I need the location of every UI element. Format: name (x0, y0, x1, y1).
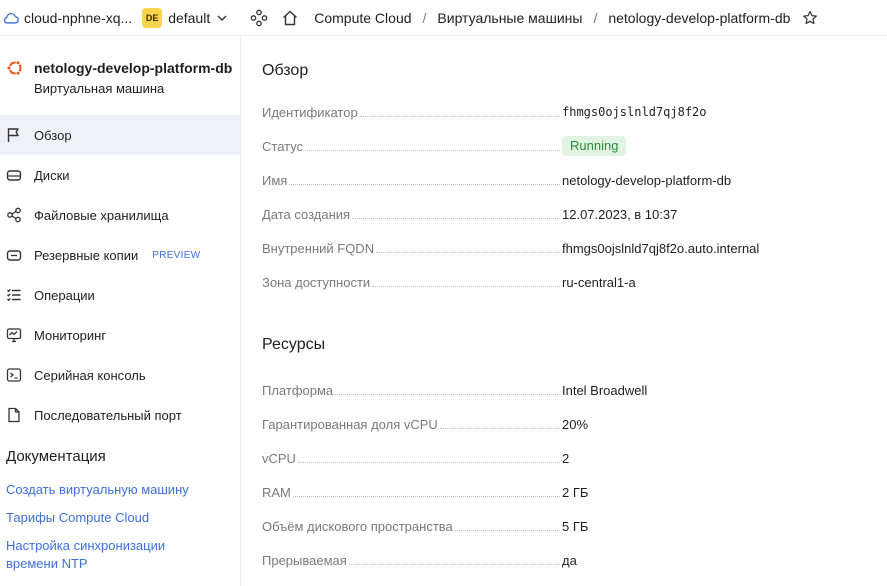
prop-key: Внутренний FQDN (262, 240, 375, 256)
prop-key: Статус (262, 138, 304, 154)
prop-row-zone: Зона доступности ru-central1-a (262, 265, 887, 299)
sidebar-item-file-storage[interactable]: Файловые хранилища (0, 195, 240, 235)
prop-row-id: Идентификатор fhmgs0ojslnld7qj8f2o (262, 95, 887, 129)
doc-link-ntp[interactable]: Настройка синхронизации времени NTP (0, 537, 180, 573)
prop-value-vcpu: 2 (562, 450, 570, 466)
prop-value-core-fraction: 20% (562, 416, 589, 432)
sidebar-item-serial-console[interactable]: Серийная консоль (0, 355, 240, 395)
sidebar-item-label: Резервные копии (34, 247, 139, 263)
preview-badge: PREVIEW (152, 249, 201, 261)
star-icon[interactable] (802, 10, 818, 26)
prop-key: Объём дискового пространства (262, 518, 453, 534)
prop-key: Зона доступности (262, 274, 371, 290)
vm-header: netology-develop-platform-db Виртуальная… (0, 37, 240, 115)
sidebar-item-label: Файловые хранилища (34, 207, 169, 223)
monitor-icon (6, 328, 22, 343)
home-icon[interactable] (281, 9, 299, 27)
disk-icon (6, 170, 22, 181)
cloud-selector[interactable]: cloud-nphne-xq... (0, 0, 140, 36)
sidebar-item-backups[interactable]: Резервные копии PREVIEW (0, 235, 240, 275)
prop-row-fqdn: Внутренний FQDN fhmgs0ojslnld7qj8f2o.aut… (262, 231, 887, 265)
prop-value-preemptible: да (562, 552, 577, 568)
prop-value-zone: ru-central1-a (562, 274, 636, 290)
backup-icon (6, 250, 22, 261)
prop-value-disk: 5 ГБ (562, 518, 589, 534)
breadcrumb-compute-cloud[interactable]: Compute Cloud (314, 10, 411, 26)
breadcrumb-virtual-machines[interactable]: Виртуальные машины (437, 10, 582, 26)
cloud-name: cloud-nphne-xq... (24, 9, 133, 26)
prop-key: Гарантированная доля vCPU (262, 416, 438, 432)
prop-row-disk: Объём дискового пространства 5 ГБ (262, 509, 887, 543)
folder-name: default (168, 9, 211, 26)
prop-row-preemptible: Прерываемая да (262, 543, 887, 577)
docs-title: Документация (6, 448, 106, 465)
prop-value-platform: Intel Broadwell (562, 382, 648, 398)
sidebar-item-operations[interactable]: Операции (0, 275, 240, 315)
prop-row-name: Имя netology-develop-platform-db (262, 163, 887, 197)
sidebar-item-monitoring[interactable]: Мониторинг (0, 315, 240, 355)
doc-link-pricing[interactable]: Тарифы Compute Cloud (0, 509, 240, 527)
top-bar: cloud-nphne-xq... DE default Compute Clo… (0, 0, 887, 36)
ubuntu-icon (6, 60, 22, 76)
vm-name: netology-develop-platform-db (34, 60, 233, 76)
sidebar-item-serial-port[interactable]: Последовательный порт (0, 395, 240, 435)
vm-type: Виртуальная машина (34, 81, 165, 96)
sidebar-item-overview[interactable]: Обзор (0, 115, 240, 155)
sidebar-item-disks[interactable]: Диски (0, 155, 240, 195)
prop-value-id: fhmgs0ojslnld7qj8f2o (562, 105, 707, 119)
prop-key: Платформа (262, 382, 334, 398)
breadcrumb-current: netology-develop-platform-db (608, 9, 791, 26)
sidebar-item-label: Мониторинг (34, 327, 107, 343)
sidebar-item-label: Последовательный порт (34, 407, 182, 423)
overview-list: Идентификатор fhmgs0ojslnld7qj8f2o Стату… (262, 95, 887, 299)
sidebar: netology-develop-platform-db Виртуальная… (0, 37, 241, 586)
breadcrumb-separator: / (422, 9, 427, 26)
sidebar-item-label: Операции (34, 287, 95, 303)
resources-list: Платформа Intel Broadwell Гарантированна… (262, 373, 887, 577)
services-icon[interactable] (250, 9, 268, 27)
share-nodes-icon (7, 207, 21, 223)
doc-link-create-vm[interactable]: Создать виртуальную машину (0, 481, 240, 499)
status-badge: Running (562, 136, 627, 156)
prop-value-name: netology-develop-platform-db (562, 172, 732, 188)
prop-value-created: 12.07.2023, в 10:37 (562, 206, 678, 222)
prop-key: Идентификатор (262, 104, 358, 120)
cloud-icon (3, 12, 19, 24)
resources-title: Ресурсы (262, 336, 326, 353)
file-icon (8, 407, 20, 423)
sidebar-item-label: Обзор (34, 127, 72, 143)
overview-title: Обзор (262, 62, 309, 79)
prop-key: Дата создания (262, 206, 351, 222)
prop-value-fqdn: fhmgs0ojslnld7qj8f2o.auto.internal (562, 240, 760, 256)
prop-row-created: Дата создания 12.07.2023, в 10:37 (262, 197, 887, 231)
sidebar-item-label: Серийная консоль (34, 367, 146, 383)
prop-row-vcpu: vCPU 2 (262, 441, 887, 475)
breadcrumb-separator: / (593, 9, 598, 26)
prop-key: Прерываемая (262, 552, 347, 568)
prop-row-core-fraction: Гарантированная доля vCPU 20% (262, 407, 887, 441)
prop-row-status: Статус Running (262, 129, 887, 163)
prop-key: RAM (262, 484, 291, 500)
terminal-icon (6, 368, 22, 382)
folder-badge: DE (142, 7, 163, 28)
prop-row-platform: Платформа Intel Broadwell (262, 373, 887, 407)
main-content: Обзор Идентификатор fhmgs0ojslnld7qj8f2o… (262, 37, 887, 577)
sidebar-item-label: Диски (34, 167, 70, 183)
prop-row-ram: RAM 2 ГБ (262, 475, 887, 509)
flag-icon (7, 128, 19, 142)
chevron-down-icon (217, 15, 227, 21)
list-icon (7, 288, 21, 302)
prop-value-ram: 2 ГБ (562, 484, 589, 500)
prop-key: vCPU (262, 450, 296, 466)
folder-selector[interactable]: DE default (140, 0, 250, 36)
prop-key: Имя (262, 172, 288, 188)
